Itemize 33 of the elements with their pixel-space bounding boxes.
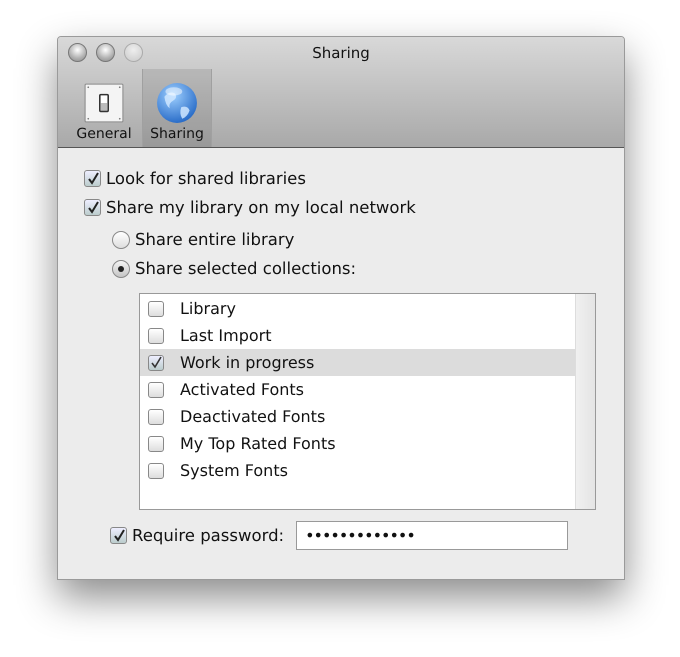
checkbox[interactable] <box>148 408 164 424</box>
list-item[interactable]: System Fonts <box>140 457 575 484</box>
checkbox[interactable] <box>84 199 101 216</box>
password-field[interactable]: ••••••••••••• <box>296 521 568 550</box>
radio-button[interactable] <box>112 230 130 248</box>
list-item[interactable]: Library <box>140 295 575 322</box>
checkbox[interactable] <box>148 382 164 398</box>
radio-option[interactable]: Share selected collections: <box>112 254 624 283</box>
checkbox[interactable] <box>148 354 164 370</box>
checkbox[interactable] <box>148 462 164 478</box>
checkbox-option[interactable]: Require password: <box>110 521 284 550</box>
checkbox-option[interactable]: Share my library on my local network <box>84 193 624 222</box>
checkbox-option[interactable]: Look for shared libraries <box>84 164 624 193</box>
checkbox[interactable] <box>110 527 127 544</box>
checkbox[interactable] <box>148 328 164 344</box>
radio-button[interactable] <box>112 260 130 278</box>
checkbox[interactable] <box>148 300 164 316</box>
minimize-button[interactable] <box>96 43 115 62</box>
radio-option[interactable]: Share entire library <box>112 225 624 254</box>
close-button[interactable] <box>68 43 87 62</box>
list-item[interactable]: Work in progress <box>140 349 575 376</box>
window-title: Sharing <box>312 44 370 62</box>
list-item[interactable]: Deactivated Fonts <box>140 403 575 430</box>
list-item[interactable]: Last Import <box>140 322 575 349</box>
checkbox[interactable] <box>84 170 101 187</box>
toolbar-tab[interactable]: General <box>66 69 142 147</box>
switch-icon <box>83 82 125 124</box>
checkbox[interactable] <box>148 436 164 452</box>
list-item[interactable]: Activated Fonts <box>140 376 575 403</box>
scrollbar-track[interactable] <box>575 294 595 509</box>
globe-icon <box>156 82 198 124</box>
toolbar-tab[interactable]: Sharing <box>142 69 212 147</box>
list-item[interactable]: My Top Rated Fonts <box>140 430 575 457</box>
